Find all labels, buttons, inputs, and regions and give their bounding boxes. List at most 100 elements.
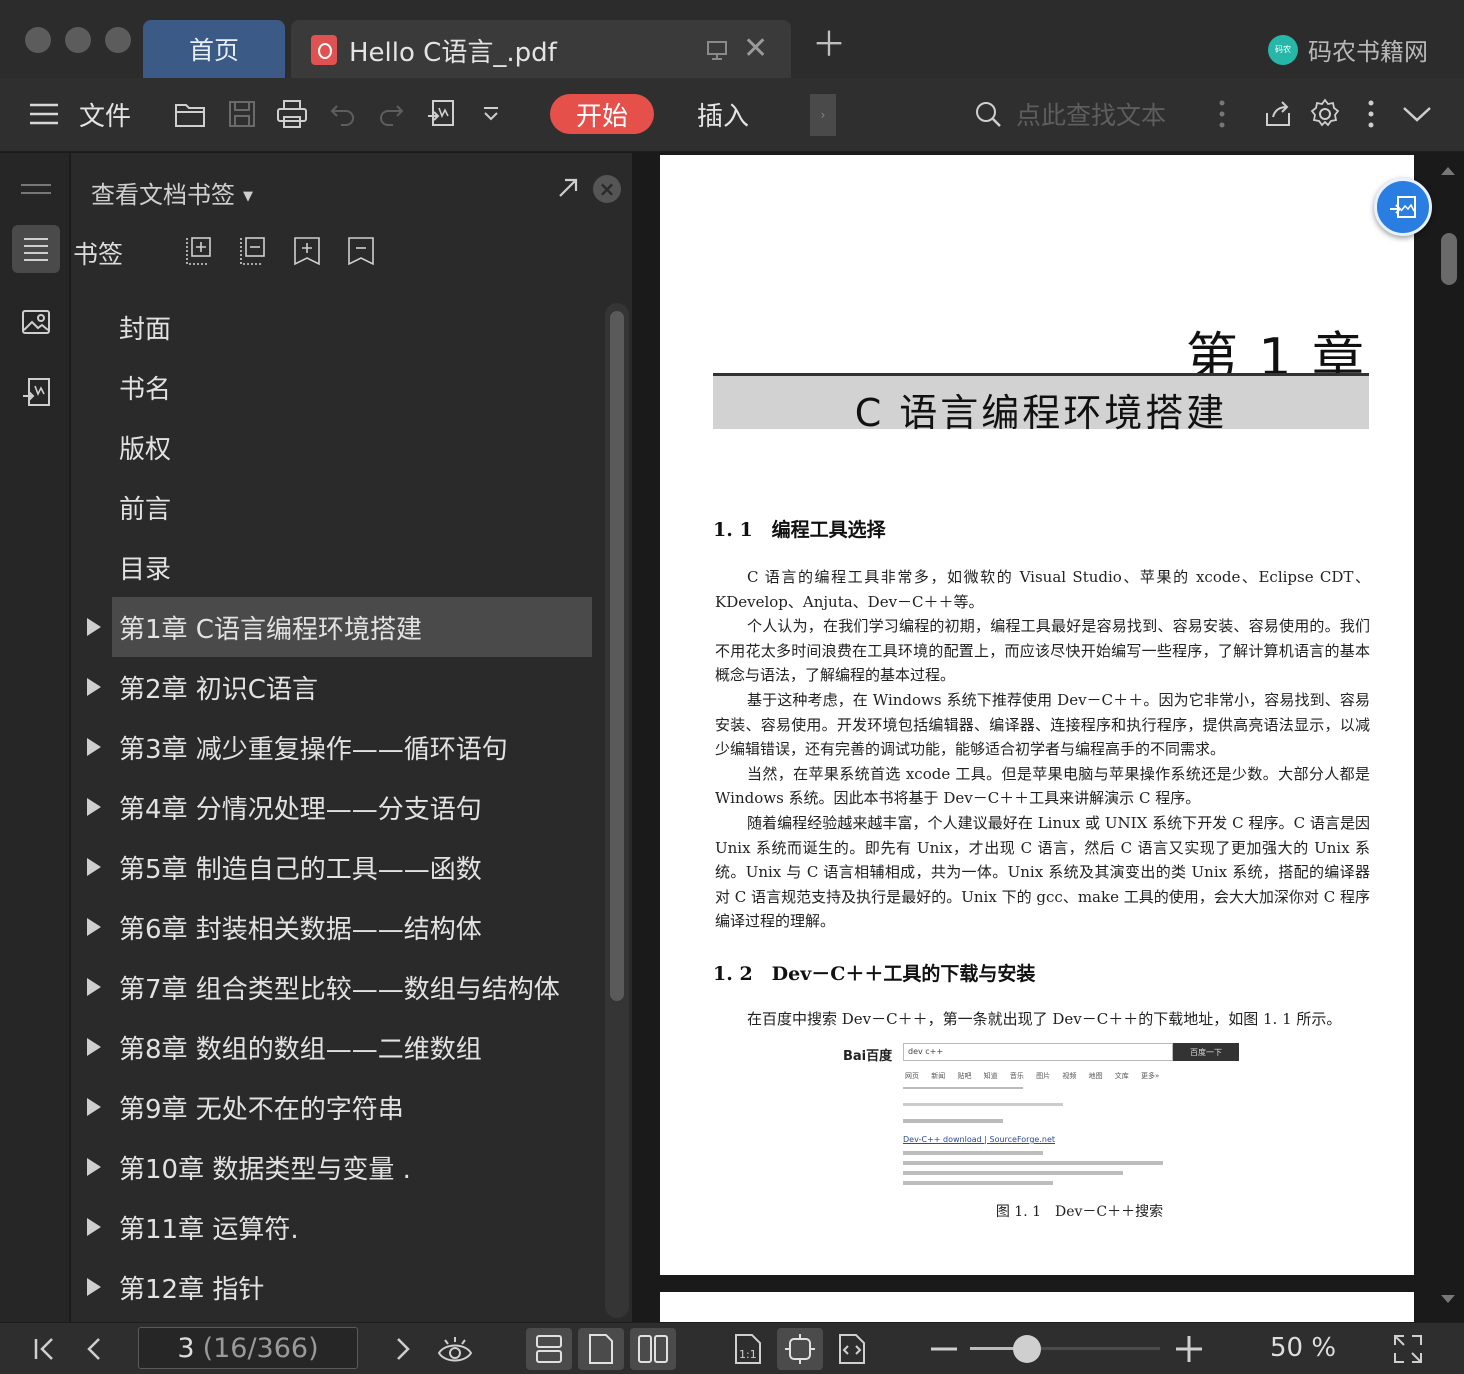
two-page-view-button[interactable] xyxy=(630,1328,676,1370)
expand-triangle-icon[interactable] xyxy=(87,618,101,636)
scroll-down-arrow-icon[interactable] xyxy=(1441,1295,1455,1303)
single-page-view-button[interactable] xyxy=(578,1328,624,1370)
convert-document-icon[interactable] xyxy=(423,96,459,132)
bookmark-section-label: 书签 xyxy=(73,240,124,269)
sidebar-item-convert[interactable] xyxy=(12,369,60,417)
bookmark-item[interactable]: 书名 xyxy=(71,357,606,417)
document-scrollbar[interactable] xyxy=(1437,163,1459,1313)
more-options-icon[interactable] xyxy=(1353,96,1389,132)
tab-home[interactable]: 首页 xyxy=(143,20,285,78)
expand-triangle-icon[interactable] xyxy=(87,798,101,816)
bookmark-scrollbar[interactable] xyxy=(605,303,629,1318)
paragraph: C 语言的编程工具非常多，如微软的 Visual Studio、苹果的 xcod… xyxy=(715,568,1370,611)
bookmark-item[interactable]: 第6章 封装相关数据——结构体 xyxy=(71,897,606,957)
bookmark-item[interactable]: 第3章 减少重复操作——循环语句 xyxy=(71,717,606,777)
monitor-icon[interactable] xyxy=(705,38,729,62)
tab-start[interactable]: 开始 xyxy=(550,94,654,134)
window-minimize-button[interactable] xyxy=(65,27,91,53)
expand-triangle-icon[interactable] xyxy=(87,1218,101,1236)
file-menu[interactable]: 文件 xyxy=(79,96,131,133)
paragraph: 当然，在苹果系统首选 xcode 工具。但是苹果电脑与苹果操作系统还是少数。大部… xyxy=(715,764,1370,808)
page-position: (16/366) xyxy=(202,1332,319,1364)
open-folder-icon[interactable] xyxy=(173,96,209,132)
actual-size-button[interactable]: 1:1 xyxy=(725,1328,771,1370)
add-bookmark-icon[interactable] xyxy=(291,235,323,267)
expand-triangle-icon[interactable] xyxy=(87,1098,101,1116)
page-number-input[interactable]: 3 (16/366) xyxy=(138,1327,358,1369)
bookmark-item[interactable]: 第11章 运算符. xyxy=(71,1197,606,1257)
zoom-slider[interactable] xyxy=(970,1335,1160,1363)
paragraph: 在百度中搜索 Dev－C＋＋，第一条就出现了 Dev－C＋＋的下载地址，如图 1… xyxy=(747,1010,1342,1028)
delete-bookmark-icon[interactable] xyxy=(345,235,377,267)
reading-mode-eye-icon[interactable] xyxy=(437,1331,473,1367)
expand-triangle-icon[interactable] xyxy=(87,978,101,996)
save-icon[interactable] xyxy=(224,96,260,132)
new-tab-button[interactable]: ＋ xyxy=(812,28,846,62)
zoom-slider-handle[interactable] xyxy=(1013,1335,1041,1363)
bookmark-item[interactable]: 第7章 组合类型比较——数组与结构体 xyxy=(71,957,606,1017)
expand-triangle-icon[interactable] xyxy=(87,738,101,756)
hamburger-menu-icon[interactable] xyxy=(26,96,62,132)
expand-triangle-icon[interactable] xyxy=(87,1278,101,1296)
document-viewport[interactable]: 第 1 章 C 语言编程环境搭建 1. 1 编程工具选择 C 语言的编程工具非常… xyxy=(633,153,1464,1332)
bookmark-item[interactable]: 第2章 初识C语言 xyxy=(71,657,606,717)
share-icon[interactable] xyxy=(1260,96,1296,132)
fullscreen-icon[interactable] xyxy=(1390,1331,1426,1367)
fit-width-button[interactable] xyxy=(829,1328,875,1370)
fit-page-button[interactable] xyxy=(777,1328,823,1370)
undock-panel-icon[interactable] xyxy=(555,175,581,201)
expand-all-icon[interactable] xyxy=(183,235,215,267)
bookmark-item[interactable]: 封面 xyxy=(71,297,606,357)
bookmark-item[interactable]: 第4章 分情况处理——分支语句 xyxy=(71,777,606,837)
brand[interactable]: 码农 码农书籍网 xyxy=(1268,32,1428,67)
expand-triangle-icon[interactable] xyxy=(87,918,101,936)
collapse-panel-icon[interactable] xyxy=(12,165,60,213)
zoom-level[interactable]: 50 % xyxy=(1270,1333,1336,1363)
toolbar-scroll-right-button[interactable]: › xyxy=(810,94,836,136)
bookmark-item[interactable]: 第8章 数组的数组——二维数组 xyxy=(71,1017,606,1077)
document-scrollbar-thumb[interactable] xyxy=(1441,233,1457,285)
continuous-page-view-button[interactable] xyxy=(526,1328,572,1370)
bookmark-item[interactable]: 第12章 指针 xyxy=(71,1257,606,1317)
expand-triangle-icon[interactable] xyxy=(87,858,101,876)
collapse-toolbar-chevron-icon[interactable] xyxy=(1399,96,1435,132)
bookmark-item[interactable]: 第1章 C语言编程环境搭建 xyxy=(87,597,592,657)
search-placeholder: 点此查找文本 xyxy=(1016,101,1167,130)
bookmark-item[interactable]: 前言 xyxy=(71,477,606,537)
bookmark-item[interactable]: 第5章 制造自己的工具——函数 xyxy=(71,837,606,897)
window-close-button[interactable] xyxy=(25,27,51,53)
collapse-all-icon[interactable] xyxy=(237,235,269,267)
close-tab-icon[interactable]: ✕ xyxy=(743,34,768,64)
window-zoom-button[interactable] xyxy=(105,27,131,53)
figure-line xyxy=(903,1103,1063,1106)
floating-convert-button[interactable] xyxy=(1374,178,1432,236)
close-panel-icon[interactable]: × xyxy=(593,175,621,203)
bookmark-item[interactable]: 版权 xyxy=(71,417,606,477)
bookmark-item[interactable]: 第9章 无处不在的字符串 xyxy=(71,1077,606,1137)
first-page-icon[interactable] xyxy=(26,1331,62,1367)
expand-triangle-icon[interactable] xyxy=(87,1158,101,1176)
zoom-in-icon[interactable] xyxy=(1171,1331,1207,1367)
undo-icon[interactable] xyxy=(325,96,361,132)
print-icon[interactable] xyxy=(274,96,310,132)
bookmark-scrollbar-thumb[interactable] xyxy=(610,311,624,1001)
tab-document[interactable]: Hello C语言_.pdf ✕ xyxy=(291,20,791,78)
sidebar-item-bookmarks[interactable] xyxy=(12,225,60,273)
tab-insert[interactable]: 插入 xyxy=(697,96,749,133)
figure-search-button: 百度一下 xyxy=(1173,1043,1239,1061)
previous-page-icon[interactable] xyxy=(76,1331,112,1367)
bookmark-view-dropdown[interactable]: 查看文档书签 ▼ xyxy=(91,175,253,210)
next-page-icon[interactable] xyxy=(385,1331,421,1367)
bookmark-item[interactable]: 第10章 数据类型与变量 . xyxy=(71,1137,606,1197)
settings-gear-icon[interactable] xyxy=(1307,96,1343,132)
more-vertical-icon[interactable] xyxy=(1204,96,1240,132)
scroll-up-arrow-icon[interactable] xyxy=(1441,167,1455,175)
sidebar-item-thumbnails[interactable] xyxy=(12,298,60,346)
bookmark-item[interactable]: 目录 xyxy=(71,537,606,597)
zoom-out-icon[interactable] xyxy=(926,1331,962,1367)
search-field[interactable]: 点此查找文本 xyxy=(974,96,1166,132)
expand-triangle-icon[interactable] xyxy=(87,1038,101,1056)
expand-triangle-icon[interactable] xyxy=(87,678,101,696)
redo-icon[interactable] xyxy=(373,96,409,132)
quick-access-dropdown-icon[interactable] xyxy=(473,96,509,132)
